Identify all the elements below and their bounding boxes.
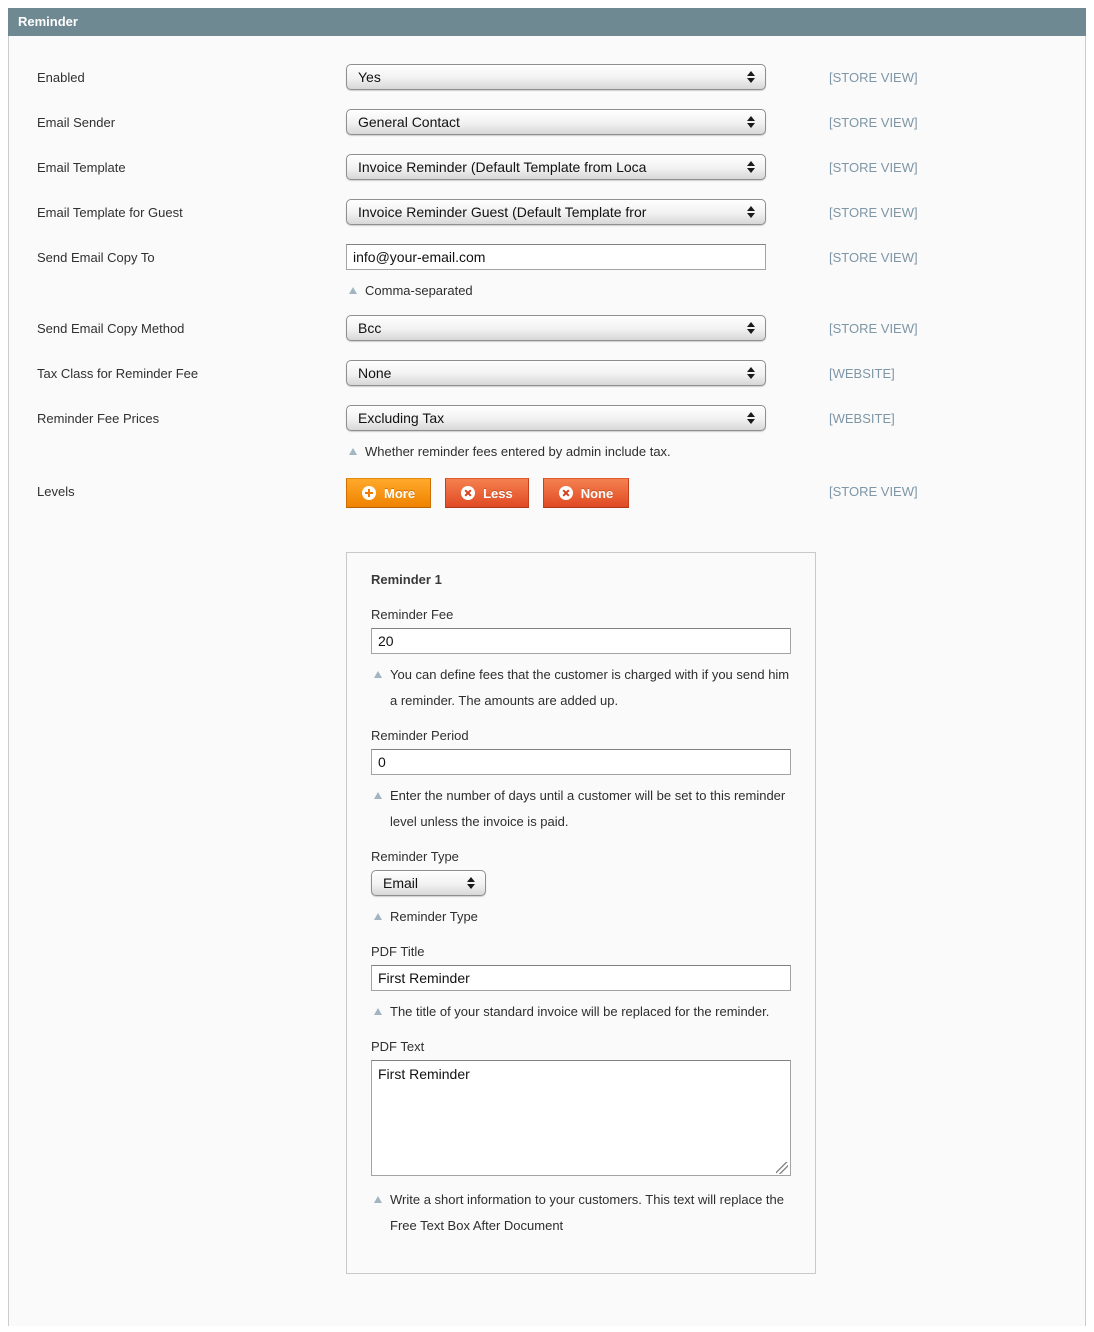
- reminder-fee-input[interactable]: [371, 628, 791, 654]
- group-reminder-period: Reminder Period Enter the number of days…: [371, 728, 791, 835]
- field-label: Reminder Fee: [371, 607, 791, 622]
- note-arrow-icon: [374, 792, 382, 799]
- field-label: Send Email Copy To: [37, 244, 346, 265]
- group-reminder-fee: Reminder Fee You can define fees that th…: [371, 607, 791, 714]
- group-reminder-type: Reminder Type Email Reminder Type: [371, 849, 791, 930]
- row-email-template-guest: Email Template for Guest Invoice Reminde…: [37, 199, 1085, 225]
- row-email-template: Email Template Invoice Reminder (Default…: [37, 154, 1085, 180]
- group-pdf-title: PDF Title The title of your standard inv…: [371, 944, 791, 1025]
- x-circle-icon: [461, 486, 475, 500]
- reminder-period-input[interactable]: [371, 749, 791, 775]
- select-value: None: [358, 365, 391, 381]
- pdf-text-textarea[interactable]: First Reminder: [371, 1060, 791, 1176]
- reminder-1-box: Reminder 1 Reminder Fee You can define f…: [346, 552, 816, 1274]
- scope-label: [STORE VIEW]: [829, 478, 918, 499]
- select-arrows-icon: [747, 367, 755, 379]
- field-note: Write a short information to your custom…: [371, 1187, 791, 1239]
- select-arrows-icon: [747, 161, 755, 173]
- select-value: General Contact: [358, 114, 460, 130]
- select-arrows-icon: [467, 877, 475, 889]
- field-note: Whether reminder fees entered by admin i…: [346, 439, 766, 465]
- field-note: The title of your standard invoice will …: [371, 999, 791, 1025]
- row-enabled: Enabled Yes [STORE VIEW]: [37, 64, 1085, 90]
- section-body: Enabled Yes [STORE VIEW] Email Sender Ge…: [8, 36, 1086, 1326]
- email-sender-select[interactable]: General Contact: [346, 109, 766, 135]
- field-label: PDF Text: [371, 1039, 791, 1054]
- select-value: Yes: [358, 69, 381, 85]
- email-template-select[interactable]: Invoice Reminder (Default Template from …: [346, 154, 766, 180]
- x-circle-icon: [559, 486, 573, 500]
- select-arrows-icon: [747, 71, 755, 83]
- note-arrow-icon: [374, 1196, 382, 1203]
- reminder-1-title: Reminder 1: [371, 572, 791, 587]
- field-label: Reminder Type: [371, 849, 791, 864]
- select-arrows-icon: [747, 322, 755, 334]
- field-label: Reminder Fee Prices: [37, 405, 346, 426]
- copy-method-select[interactable]: Bcc: [346, 315, 766, 341]
- row-email-sender: Email Sender General Contact [STORE VIEW…: [37, 109, 1085, 135]
- email-template-guest-select[interactable]: Invoice Reminder Guest (Default Template…: [346, 199, 766, 225]
- group-pdf-text: PDF Text First Reminder Write a short in…: [371, 1039, 791, 1239]
- field-label: Email Sender: [37, 109, 346, 130]
- row-reminder-1: Reminder 1 Reminder Fee You can define f…: [37, 540, 1085, 1274]
- field-label: Tax Class for Reminder Fee: [37, 360, 346, 381]
- reminder-type-select[interactable]: Email: [371, 870, 486, 896]
- levels-more-button[interactable]: More: [346, 478, 431, 508]
- select-value: Email: [383, 875, 418, 891]
- select-value: Invoice Reminder (Default Template from …: [358, 159, 646, 175]
- scope-label: [STORE VIEW]: [829, 109, 918, 130]
- field-note: Comma-separated: [346, 278, 766, 304]
- section-header: Reminder: [8, 8, 1086, 36]
- scope-label: [WEBSITE]: [829, 405, 895, 426]
- tax-class-select[interactable]: None: [346, 360, 766, 386]
- field-label: Email Template: [37, 154, 346, 175]
- row-levels: Levels More Less None [STORE VIEW]: [37, 478, 1085, 508]
- scope-label: [STORE VIEW]: [829, 315, 918, 336]
- scope-label: [WEBSITE]: [829, 360, 895, 381]
- select-arrows-icon: [747, 412, 755, 424]
- select-arrows-icon: [747, 206, 755, 218]
- scope-label: [STORE VIEW]: [829, 154, 918, 175]
- fee-prices-select[interactable]: Excluding Tax: [346, 405, 766, 431]
- pdf-title-input[interactable]: [371, 965, 791, 991]
- field-note: You can define fees that the customer is…: [371, 662, 791, 714]
- note-arrow-icon: [374, 1008, 382, 1015]
- select-value: Excluding Tax: [358, 410, 444, 426]
- row-copy-method: Send Email Copy Method Bcc [STORE VIEW]: [37, 315, 1085, 341]
- row-fee-prices: Reminder Fee Prices Excluding Tax Whethe…: [37, 405, 1085, 465]
- select-value: Invoice Reminder Guest (Default Template…: [358, 204, 646, 220]
- scope-label: [STORE VIEW]: [829, 64, 918, 85]
- select-arrows-icon: [747, 116, 755, 128]
- row-tax-class: Tax Class for Reminder Fee None [WEBSITE…: [37, 360, 1085, 386]
- config-section: Reminder Enabled Yes [STORE VIEW] Email …: [8, 8, 1086, 1326]
- enabled-select[interactable]: Yes: [346, 64, 766, 90]
- field-label: PDF Title: [371, 944, 791, 959]
- levels-none-button[interactable]: None: [543, 478, 630, 508]
- note-arrow-icon: [374, 913, 382, 920]
- field-note: Reminder Type: [371, 904, 791, 930]
- levels-less-button[interactable]: Less: [445, 478, 529, 508]
- field-label: Levels: [37, 478, 346, 499]
- row-send-copy-to: Send Email Copy To Comma-separated [STOR…: [37, 244, 1085, 304]
- select-value: Bcc: [358, 320, 381, 336]
- send-copy-to-input[interactable]: [346, 244, 766, 270]
- note-arrow-icon: [349, 287, 357, 294]
- note-arrow-icon: [374, 671, 382, 678]
- scope-label: [STORE VIEW]: [829, 199, 918, 220]
- field-label: Send Email Copy Method: [37, 315, 346, 336]
- note-arrow-icon: [349, 448, 357, 455]
- scope-label: [STORE VIEW]: [829, 244, 918, 265]
- field-label: Reminder Period: [371, 728, 791, 743]
- field-label: Email Template for Guest: [37, 199, 346, 220]
- field-label: Enabled: [37, 64, 346, 85]
- section-title: Reminder: [18, 14, 78, 29]
- plus-circle-icon: [362, 486, 376, 500]
- field-note: Enter the number of days until a custome…: [371, 783, 791, 835]
